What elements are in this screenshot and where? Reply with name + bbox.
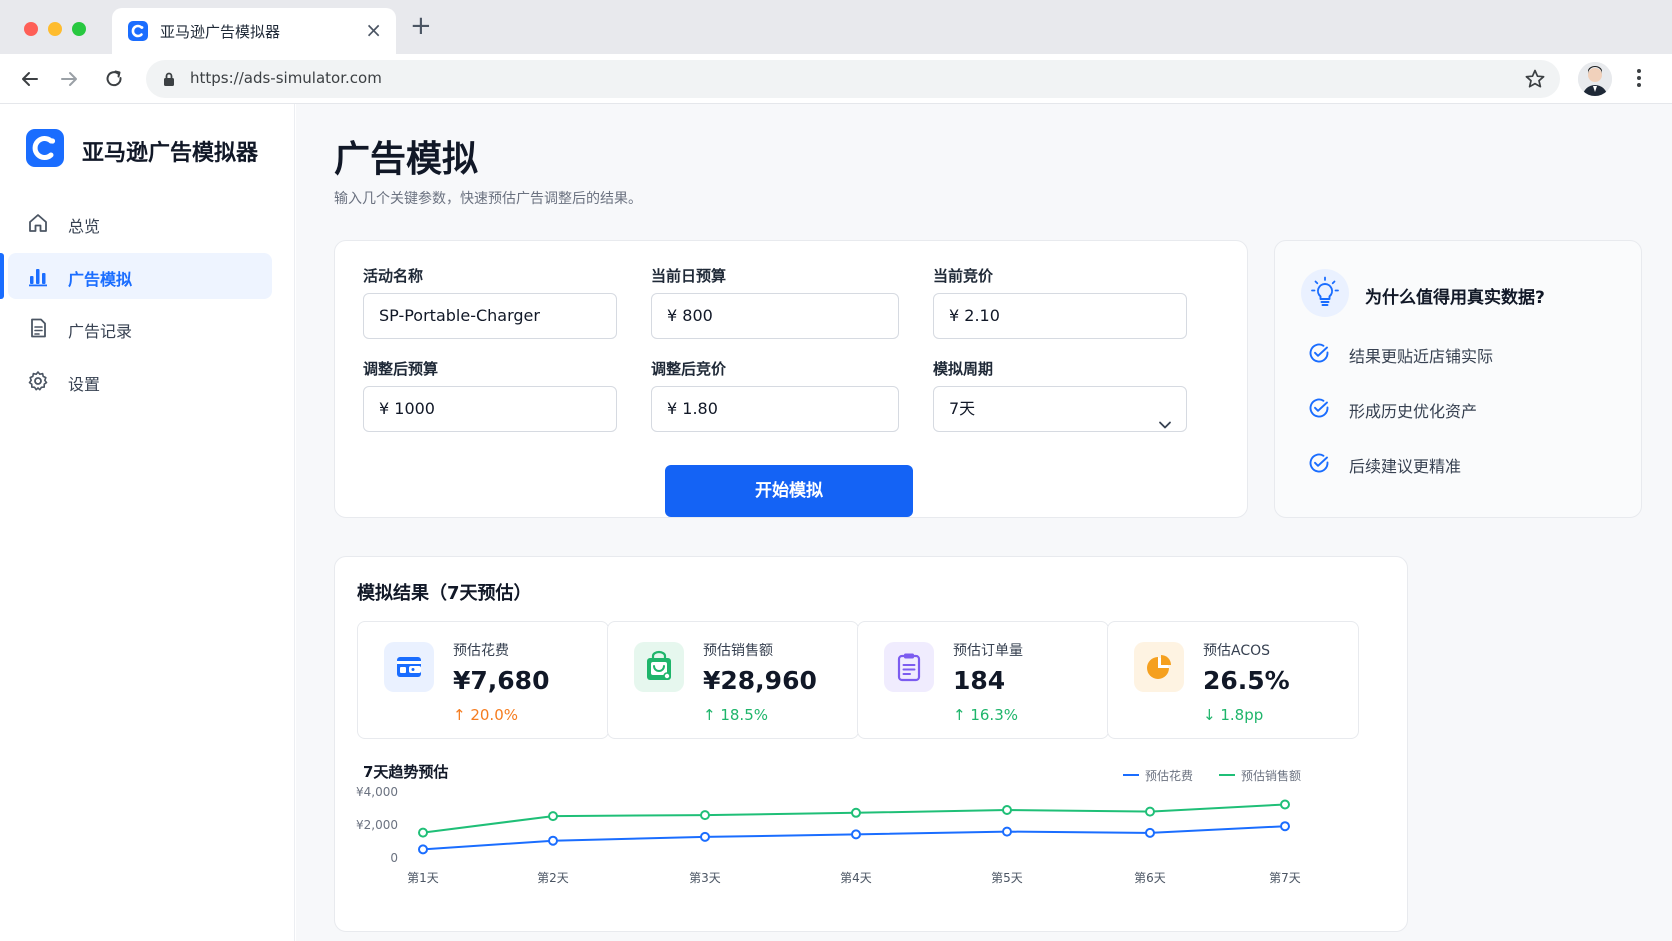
new-tab-icon[interactable]: + — [410, 13, 432, 39]
why-real-data-card: 为什么值得用真实数据? 结果更贴近店铺实际 形成历史优化资产 后续建议更精准 — [1274, 240, 1642, 518]
x-tick-label: 第7天 — [1269, 871, 1301, 885]
current-bid-label: 当前竞价 — [933, 267, 994, 285]
data-point[interactable] — [1002, 805, 1012, 815]
data-point[interactable] — [1280, 821, 1290, 832]
data-point[interactable] — [548, 835, 558, 846]
why-item: 形成历史优化资产 — [1307, 395, 1627, 421]
period-label: 模拟周期 — [933, 360, 994, 378]
why-item-text: 结果更贴近店铺实际 — [1349, 347, 1494, 366]
why-item-text: 后续建议更精准 — [1349, 457, 1462, 476]
document-icon — [27, 317, 49, 339]
data-point[interactable] — [418, 827, 428, 838]
sidebar-item-settings[interactable]: 设置 — [8, 358, 272, 404]
new-bid-label: 调整后竞价 — [651, 360, 727, 378]
period-select[interactable]: 7天 — [933, 386, 1187, 432]
sidebar-item-label: 设置 — [68, 375, 101, 394]
new-budget-input[interactable]: ¥ 1000 — [363, 386, 617, 432]
simulation-results-card: 模拟结果（7天预估） 预估花费 ¥7,680 ↑ 20.0% 预估销售额 ¥28… — [334, 556, 1408, 932]
y-tick-label: ¥2,000 — [356, 818, 398, 832]
sidebar-item-label: 广告记录 — [68, 322, 133, 341]
daily-budget-label: 当前日预算 — [651, 267, 727, 285]
sidebar-item-label: 总览 — [68, 217, 101, 236]
minimize-window-button[interactable] — [48, 22, 62, 36]
app-logo-icon — [26, 129, 64, 167]
why-item: 结果更贴近店铺实际 — [1307, 340, 1627, 366]
x-tick-label: 第4天 — [840, 871, 872, 885]
browser-tab[interactable]: 亚马逊广告模拟器 × — [112, 8, 396, 54]
campaign-name-input[interactable]: SP-Portable-Charger — [363, 293, 617, 339]
start-simulation-button[interactable]: 开始模拟 — [665, 465, 913, 517]
app-favicon-icon — [128, 21, 148, 41]
close-window-button[interactable] — [24, 22, 38, 36]
main-content: 广告模拟 输入几个关键参数，快速预估广告调整后的结果。 活动名称 SP-Port… — [296, 104, 1672, 941]
data-point[interactable] — [1145, 806, 1155, 817]
data-point[interactable] — [700, 810, 710, 821]
forward-arrow-icon[interactable] — [56, 66, 82, 92]
x-tick-label: 第5天 — [991, 871, 1023, 885]
campaign-name-label: 活动名称 — [363, 267, 424, 285]
check-circle-icon — [1307, 341, 1331, 369]
home-icon — [27, 212, 49, 234]
data-point[interactable] — [700, 831, 710, 842]
x-tick-label: 第1天 — [407, 871, 439, 885]
profile-avatar[interactable] — [1578, 62, 1612, 96]
new-budget-label: 调整后预算 — [363, 360, 439, 378]
check-circle-icon — [1307, 451, 1331, 479]
sidebar: 亚马逊广告模拟器 总览 广告模拟 广告记录 设置 — [0, 104, 295, 941]
bookmark-star-icon[interactable] — [1524, 68, 1546, 94]
trend-line-chart: 0 ¥2,000 ¥4,000 第1天 第2天 第3天 第4天 第5天 第6天 第7天 — [356, 785, 1301, 885]
data-point[interactable] — [548, 811, 558, 822]
x-tick-label: 第3天 — [689, 871, 721, 885]
data-point[interactable] — [1002, 826, 1012, 837]
sidebar-item-overview[interactable]: 总览 — [8, 200, 272, 246]
data-point[interactable] — [418, 844, 428, 855]
daily-budget-input[interactable]: ¥ 800 — [651, 293, 899, 339]
browser-menu-icon[interactable] — [1636, 67, 1642, 93]
chevron-down-icon — [1158, 403, 1172, 447]
browser-tab-bar: 亚马逊广告模拟器 × + — [0, 0, 1672, 54]
why-item: 后续建议更精准 — [1307, 450, 1627, 476]
data-point[interactable] — [851, 807, 861, 818]
why-card-title: 为什么值得用真实数据? — [1365, 288, 1545, 308]
close-tab-icon[interactable]: × — [365, 18, 382, 42]
url-text: https://ads-simulator.com — [190, 69, 382, 87]
data-point[interactable] — [1145, 827, 1155, 838]
tab-title: 亚马逊广告模拟器 — [160, 23, 281, 41]
page-subtitle: 输入几个关键参数，快速预估广告调整后的结果。 — [334, 191, 642, 207]
current-bid-input[interactable]: ¥ 2.10 — [933, 293, 1187, 339]
maximize-window-button[interactable] — [72, 22, 86, 36]
period-select-value: 7天 — [949, 399, 976, 418]
y-tick-label: ¥4,000 — [356, 785, 398, 799]
lock-icon — [162, 71, 176, 91]
lightbulb-icon — [1301, 269, 1349, 317]
app-brand-name: 亚马逊广告模拟器 — [82, 141, 259, 166]
check-circle-icon — [1307, 396, 1331, 424]
data-point[interactable] — [851, 829, 861, 840]
new-bid-input[interactable]: ¥ 1.80 — [651, 386, 899, 432]
why-item-text: 形成历史优化资产 — [1349, 402, 1478, 421]
back-arrow-icon[interactable] — [17, 66, 43, 92]
browser-toolbar: https://ads-simulator.com — [0, 54, 1672, 104]
sidebar-item-ad-simulation[interactable]: 广告模拟 — [0, 253, 272, 299]
x-tick-label: 第2天 — [537, 871, 569, 885]
sidebar-item-label: 广告模拟 — [68, 270, 133, 289]
page-title: 广告模拟 — [334, 139, 479, 180]
address-bar[interactable]: https://ads-simulator.com — [146, 60, 1560, 98]
x-tick-label: 第6天 — [1134, 871, 1166, 885]
gear-icon — [27, 370, 49, 392]
sidebar-item-ad-records[interactable]: 广告记录 — [8, 305, 272, 351]
y-tick-label: 0 — [390, 851, 398, 865]
bar-chart-icon — [27, 265, 49, 287]
simulation-form-card: 活动名称 SP-Portable-Charger 当前日预算 ¥ 800 当前竞… — [334, 240, 1248, 518]
data-point[interactable] — [1280, 799, 1290, 810]
reload-icon[interactable] — [101, 66, 127, 92]
